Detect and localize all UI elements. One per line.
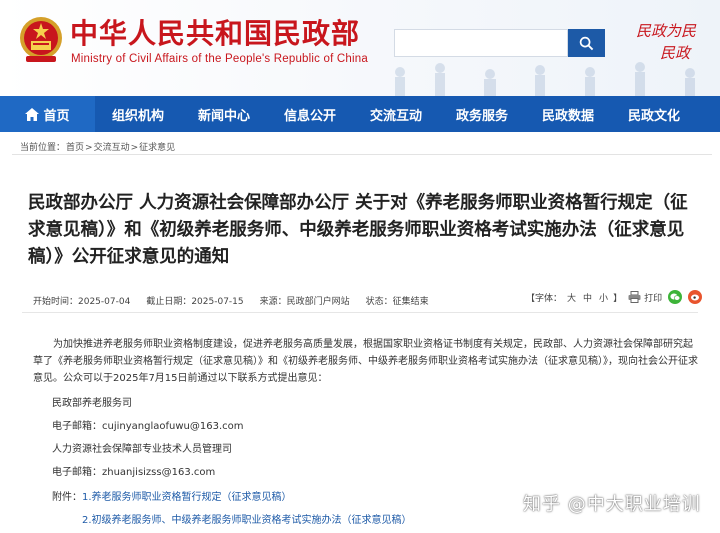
start-time: 开始时间：2025-07-04 [33,297,131,307]
slogan-line1: 民政为民 [636,22,697,40]
contact-org-2: 人力资源社会保障部专业技术人员管理司 [52,444,232,455]
attachment-link-2[interactable]: 2.初级养老服务师、中级养老服务师职业资格考试实施办法（征求意见稿） [82,515,412,526]
emblem-icon [20,17,62,62]
contact-email-2: 电子邮箱：zhuanjisizss@163.com [52,467,216,478]
source: 来源：民政部门户网站 [259,297,350,307]
nav-item-news[interactable]: 新闻中心 [181,96,267,132]
wechat-icon[interactable] [668,290,683,304]
contact-email-1: 电子邮箱：cujinyanglaofuwu@163.com [52,421,244,432]
font-size-label: 【字体： [526,293,563,304]
status: 状态：征集结束 [365,297,429,307]
attachment-section: 附件：1.养老服务师职业资格暂行规定（征求意见稿） [52,488,292,503]
article-title: 民政部办公厅 人力资源社会保障部办公厅 关于对《养老服务师职业资格暂行规定（征求… [28,193,688,267]
nav-item-interaction[interactable]: 交流互动 [353,96,439,132]
attachment-label: 附件： [52,492,82,503]
font-medium-button[interactable]: 中 [581,291,594,304]
search-input[interactable] [394,29,568,57]
site-title: 中华人民共和国民政部 [70,17,361,50]
font-size-close: 】 [613,293,623,304]
breadcrumb-interaction[interactable]: 交流互动 [94,143,130,153]
article-body: 为加快推进养老服务师职业资格制度建设，促进养老服务高质量发展，根据国家职业资格证… [33,339,698,384]
breadcrumb: 当前位置：首页>交流互动>征求意见 [20,140,176,153]
nav-item-data[interactable]: 民政数据 [525,96,611,132]
nav-item-home[interactable]: 首页 [0,96,95,132]
search-button[interactable] [568,29,605,57]
breadcrumb-prefix: 当前位置： [20,143,66,153]
site-header: 中华人民共和国民政部 Ministry of Civil Affairs of … [0,0,720,96]
weibo-icon[interactable] [688,290,703,304]
breadcrumb-home[interactable]: 首页 [66,143,84,153]
search-icon [579,36,594,50]
breadcrumb-current[interactable]: 征求意见 [139,143,175,153]
nav-item-culture[interactable]: 民政文化 [611,96,697,132]
breadcrumb-separator: > [85,143,93,153]
print-icon[interactable] [628,291,641,303]
attachment-link-1[interactable]: 1.养老服务师职业资格暂行规定（征求意见稿） [82,492,292,503]
main-nav: 首页 组织机构 新闻中心 信息公开 交流互动 政务服务 民政数据 民政文化 [0,96,720,132]
article-tools: 【字体： 大 中 小 】 打印 [526,290,703,304]
contact-org-1: 民政部养老服务司 [52,398,132,409]
font-small-button[interactable]: 小 [597,291,610,304]
end-time: 截止日期：2025-07-15 [146,297,244,307]
home-icon [25,107,40,121]
nav-item-organization[interactable]: 组织机构 [95,96,181,132]
print-button[interactable]: 打印 [644,291,662,304]
watermark: 知乎 @中大职业培训 [523,494,701,515]
site-subtitle: Ministry of Civil Affairs of the People'… [71,53,368,65]
nav-item-info-disclosure[interactable]: 信息公开 [267,96,353,132]
breadcrumb-separator: > [130,143,139,153]
divider [12,154,712,155]
slogan: 民政为民 民政 [630,20,710,70]
font-large-button[interactable]: 大 [565,291,578,304]
article-meta: 开始时间：2025-07-04 截止日期：2025-07-15 来源：民政部门户… [33,294,429,307]
slogan-line2: 民政 [660,44,691,62]
divider [22,312,698,313]
nav-item-services[interactable]: 政务服务 [439,96,525,132]
attachment-row-2: 2.初级养老服务师、中级养老服务师职业资格考试实施办法（征求意见稿） [82,511,412,526]
nav-item-label: 首页 [43,108,70,124]
